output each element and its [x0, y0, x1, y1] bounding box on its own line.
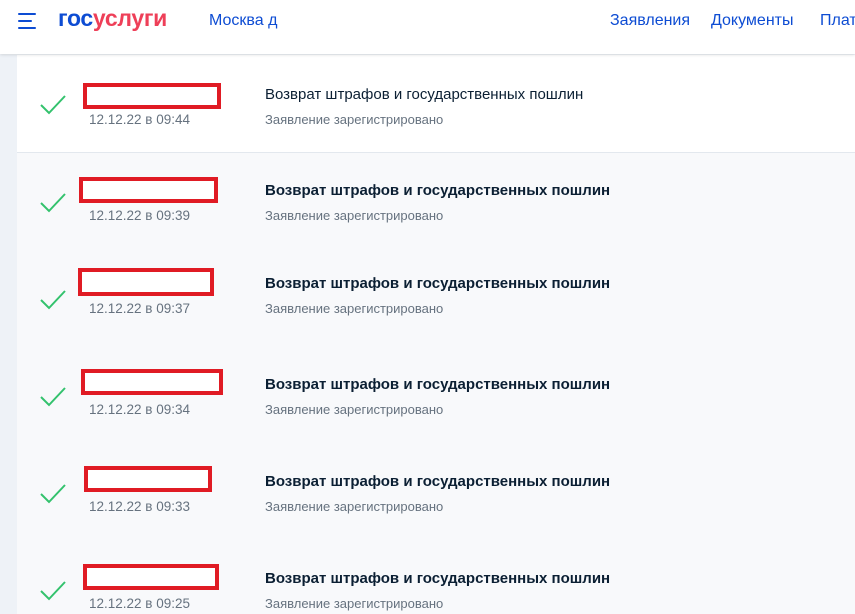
- redacted-number: [83, 564, 219, 590]
- checkmark-icon: [40, 290, 66, 310]
- city-selector[interactable]: Москва д: [209, 12, 277, 30]
- redacted-number: [78, 268, 214, 296]
- application-date: 12.12.22 в 09:25: [89, 596, 191, 611]
- checkmark-icon: [40, 193, 66, 213]
- redacted-number: [79, 177, 218, 203]
- application-status: Заявление зарегистрировано: [265, 112, 444, 127]
- application-date: 12.12.22 в 09:34: [89, 402, 191, 417]
- application-row[interactable]: 12.12.22 в 09:34 Возврат штрафов и госуд…: [17, 347, 855, 445]
- redacted-number: [84, 466, 212, 492]
- site-header: госуслуги Москва д Заявления Документы П…: [0, 0, 855, 54]
- logo-part-gos: гос: [58, 5, 93, 31]
- application-status: Заявление зарегистрировано: [265, 499, 444, 514]
- checkmark-icon: [40, 581, 66, 601]
- nav-documents[interactable]: Документы: [711, 12, 793, 30]
- application-status: Заявление зарегистрировано: [265, 402, 444, 417]
- application-row[interactable]: 12.12.22 в 09:44 Возврат штрафов и госуд…: [17, 55, 855, 153]
- application-date: 12.12.22 в 09:33: [89, 499, 191, 514]
- application-date: 12.12.22 в 09:44: [89, 112, 191, 127]
- checkmark-icon: [40, 484, 66, 504]
- application-status: Заявление зарегистрировано: [265, 301, 444, 316]
- application-title[interactable]: Возврат штрафов и государственных пошлин: [265, 473, 610, 490]
- menu-icon[interactable]: [18, 12, 40, 32]
- checkmark-icon: [40, 387, 66, 407]
- nav-payments[interactable]: Плат: [820, 12, 855, 30]
- application-status: Заявление зарегистрировано: [265, 208, 444, 223]
- application-row[interactable]: 12.12.22 в 09:39 Возврат штрафов и госуд…: [17, 153, 855, 251]
- applications-list: 12.12.22 в 09:44 Возврат штрафов и госуд…: [17, 55, 855, 614]
- application-title[interactable]: Возврат штрафов и государственных пошлин: [265, 182, 610, 199]
- application-date: 12.12.22 в 09:37: [89, 301, 191, 316]
- gosuslugi-logo[interactable]: госуслуги: [58, 5, 167, 32]
- application-row[interactable]: 12.12.22 в 09:25 Возврат штрафов и госуд…: [17, 541, 855, 614]
- redacted-number: [81, 369, 223, 395]
- application-title[interactable]: Возврат штрафов и государственных пошлин: [265, 570, 610, 587]
- redacted-number: [83, 83, 221, 109]
- logo-part-uslugi: услуги: [92, 5, 167, 31]
- application-row[interactable]: 12.12.22 в 09:33 Возврат штрафов и госуд…: [17, 444, 855, 542]
- application-row[interactable]: 12.12.22 в 09:37 Возврат штрафов и госуд…: [17, 250, 855, 348]
- application-title[interactable]: Возврат штрафов и государственных пошлин: [265, 376, 610, 393]
- checkmark-icon: [40, 95, 66, 115]
- nav-applications[interactable]: Заявления: [610, 12, 690, 30]
- application-title[interactable]: Возврат штрафов и государственных пошлин: [265, 275, 610, 292]
- application-title[interactable]: Возврат штрафов и государственных пошлин: [265, 86, 583, 103]
- application-date: 12.12.22 в 09:39: [89, 208, 191, 223]
- application-status: Заявление зарегистрировано: [265, 596, 444, 611]
